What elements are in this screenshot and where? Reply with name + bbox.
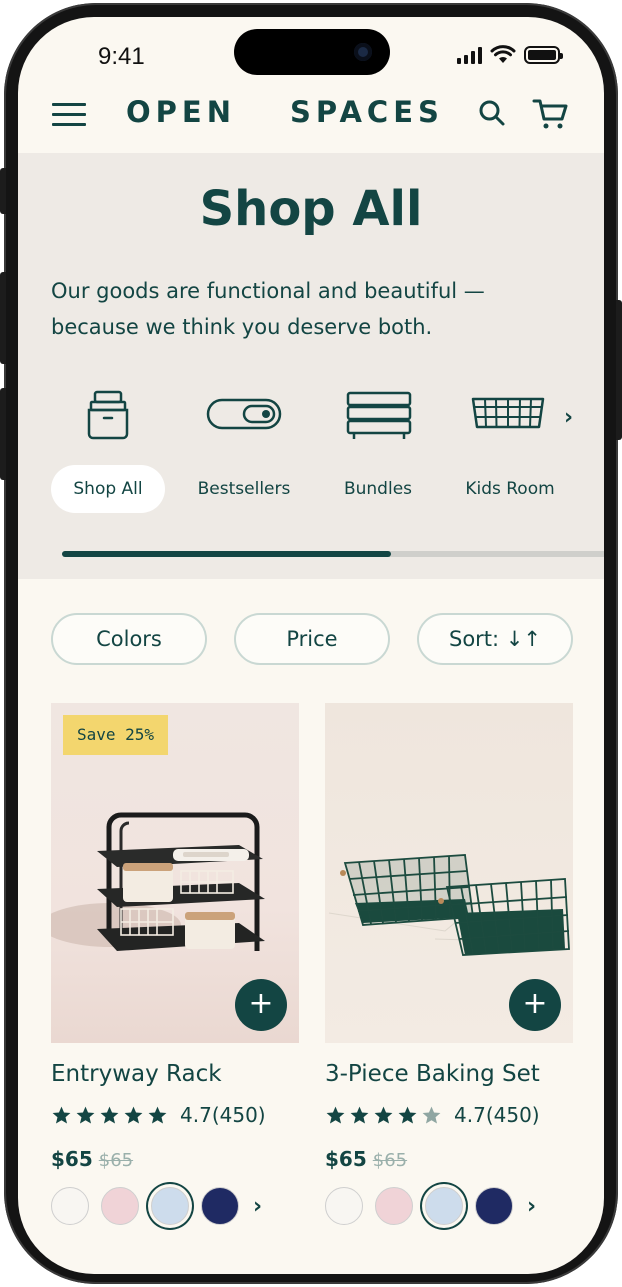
- product-rating: 4.7 (450): [51, 1101, 299, 1129]
- star-filled-icon: [398, 1106, 417, 1124]
- color-swatch[interactable]: [425, 1187, 463, 1225]
- category-bundles[interactable]: Bundles: [326, 389, 430, 509]
- review-count[interactable]: (450): [212, 1103, 266, 1127]
- add-to-cart-button[interactable]: +: [509, 979, 561, 1031]
- review-count[interactable]: (450): [486, 1103, 540, 1127]
- star-empty-icon: [422, 1106, 441, 1124]
- star-filled-icon: [52, 1106, 71, 1124]
- category-shop-all[interactable]: Shop All: [51, 389, 165, 513]
- original-price: $65: [98, 1150, 134, 1171]
- cellular-signal-icon: [457, 46, 482, 64]
- discount-badge: Save 25%: [63, 715, 169, 755]
- color-swatch[interactable]: [325, 1187, 363, 1225]
- category-label: Bundles: [343, 479, 413, 499]
- star-filled-icon: [100, 1106, 119, 1124]
- product-image[interactable]: +: [325, 703, 573, 1043]
- add-to-cart-button[interactable]: +: [235, 979, 287, 1031]
- color-swatch[interactable]: [51, 1187, 89, 1225]
- color-swatch[interactable]: [475, 1187, 513, 1225]
- chevron-right-icon[interactable]: ›: [527, 1194, 536, 1219]
- cart-icon[interactable]: [532, 97, 570, 131]
- price: $65: [51, 1147, 93, 1171]
- stacked-trays-icon: [346, 391, 412, 439]
- hero-section: Shop All Our goods are functional and be…: [18, 153, 604, 579]
- brand-logo-spaces[interactable]: SPACES: [290, 95, 444, 129]
- star-filled-icon: [148, 1106, 167, 1124]
- category-kids-room[interactable]: Kids Room: [454, 389, 566, 509]
- screen: 9:41 OPEN SPACES Shop All Our goods are …: [18, 17, 604, 1274]
- price-filter-button[interactable]: Price: [234, 613, 390, 665]
- star-filled-icon: [350, 1106, 369, 1124]
- wifi-icon: [490, 45, 516, 63]
- search-icon[interactable]: [478, 99, 506, 127]
- brand-logo-open[interactable]: OPEN: [126, 95, 236, 129]
- colors-filter-button[interactable]: Colors: [51, 613, 207, 665]
- color-swatch[interactable]: [101, 1187, 139, 1225]
- mute-switch: [0, 168, 6, 214]
- camera-icon: [354, 43, 372, 61]
- color-swatches: ›: [325, 1187, 573, 1225]
- color-swatch[interactable]: [201, 1187, 239, 1225]
- page-subtitle: Our goods are functional and beautiful —…: [51, 279, 485, 339]
- color-swatches: ›: [51, 1187, 299, 1225]
- status-time: 9:41: [98, 43, 145, 70]
- category-label: Kids Room: [465, 479, 555, 499]
- category-bestsellers[interactable]: Bestsellers: [184, 389, 304, 509]
- category-label: Bestsellers: [197, 479, 291, 499]
- price-row: $65 $65: [325, 1147, 573, 1171]
- price: $65: [325, 1147, 367, 1171]
- product-card[interactable]: + 3-Piece Baking Set 4.7 (450) $65 $65 ›: [325, 703, 573, 1225]
- volume-down-button: [0, 388, 6, 480]
- category-scrollbar[interactable]: [62, 551, 604, 557]
- color-swatch[interactable]: [375, 1187, 413, 1225]
- hamburger-menu-icon[interactable]: [52, 103, 86, 126]
- rating-value: 4.7: [454, 1103, 486, 1127]
- dynamic-island: [234, 29, 390, 75]
- category-scroll-thumb[interactable]: [62, 551, 391, 557]
- star-rating: [51, 1105, 168, 1126]
- star-rating: [325, 1105, 442, 1126]
- category-carousel: Shop All Bestsellers Bundles Kids Room ›: [18, 389, 604, 513]
- category-label: Shop All: [51, 465, 165, 513]
- product-name[interactable]: 3-Piece Baking Set: [325, 1061, 573, 1087]
- chevron-right-icon[interactable]: ›: [253, 1194, 262, 1219]
- status-icons: [457, 45, 563, 64]
- battery-icon: [524, 46, 563, 64]
- storage-bin-icon: [87, 390, 129, 440]
- filter-bar: Colors Price Sort: ↓↑: [51, 613, 573, 665]
- product-rating: 4.7 (450): [325, 1101, 573, 1129]
- chevron-right-icon[interactable]: ›: [564, 405, 573, 430]
- sort-button[interactable]: Sort: ↓↑: [417, 613, 573, 665]
- rating-value: 4.7: [180, 1103, 212, 1127]
- site-header: OPEN SPACES: [18, 87, 604, 153]
- product-card[interactable]: Save 25% + Entryway Rack 4.7 (450) $65 $6…: [51, 703, 299, 1225]
- power-button: [616, 300, 622, 440]
- price-row: $65 $65: [51, 1147, 299, 1171]
- product-name[interactable]: Entryway Rack: [51, 1061, 299, 1087]
- star-filled-icon: [326, 1106, 345, 1124]
- original-price: $65: [372, 1150, 408, 1171]
- product-image[interactable]: Save 25% +: [51, 703, 299, 1043]
- star-filled-icon: [124, 1106, 143, 1124]
- wire-basket-icon: [471, 397, 545, 429]
- color-swatch[interactable]: [151, 1187, 189, 1225]
- star-filled-icon: [76, 1106, 95, 1124]
- volume-up-button: [0, 272, 6, 364]
- toggle-container-icon: [206, 398, 282, 430]
- star-filled-icon: [374, 1106, 393, 1124]
- page-title: Shop All: [199, 181, 423, 237]
